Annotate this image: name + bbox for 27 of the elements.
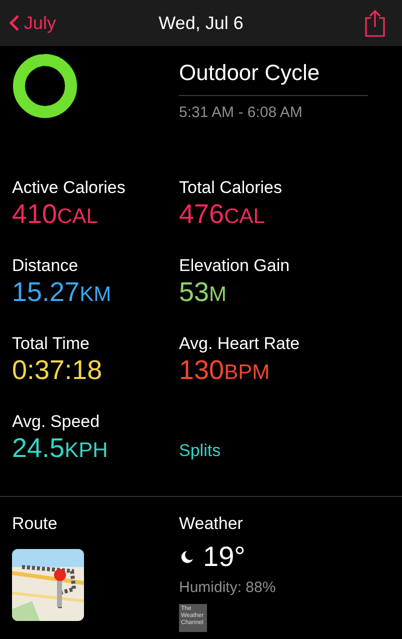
stat-label: Avg. Heart Rate [179,333,301,354]
nav-title: Wed, Jul 6 [158,12,244,34]
humidity: Humidity: 88% [179,578,277,598]
temperature: 19° [203,542,246,570]
route-label: Route [12,513,58,535]
stat-label: Avg. Speed [12,411,101,432]
stat-value: 0:37:18 [12,354,104,388]
share-button[interactable] [364,9,386,37]
stat-value: 410CAL [12,198,99,232]
stat-value: 476CAL [179,198,266,232]
stat-value: 53M [179,276,228,310]
workout-title: Outdoor Cycle [179,56,368,96]
workout-time: 5:31 AM - 6:08 AM [179,103,304,123]
moon-icon [179,548,195,564]
stat-value: 24.5KPH [12,432,109,466]
chevron-left-icon [8,14,20,32]
stat-label: Elevation Gain [179,255,291,276]
stat-label: Active Calories [12,177,126,198]
stat-label: Distance [12,255,80,276]
stat-value: 15.27KM [12,276,112,310]
weather-label: Weather [179,513,244,535]
stat-label: Total Time [12,333,90,354]
activity-ring-icon [12,53,78,119]
splits-link[interactable]: Splits [179,441,221,460]
back-button[interactable]: July [8,10,56,36]
stat-label: Total Calories [179,177,283,198]
stat-value: 130BPM [179,354,271,388]
